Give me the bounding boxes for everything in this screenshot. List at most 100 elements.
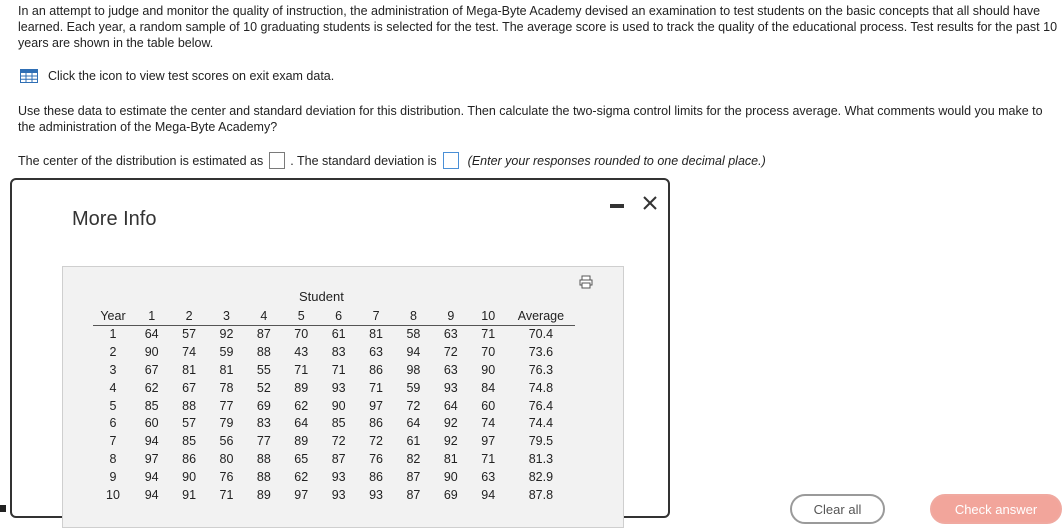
cell-score: 89 xyxy=(294,380,309,395)
cell-score: 90 xyxy=(331,398,346,413)
cell-score: 81 xyxy=(182,362,197,377)
cell-score: 57 xyxy=(182,416,197,431)
col-header-student: 1 xyxy=(133,307,171,326)
cell-average: 73.6 xyxy=(528,345,554,360)
cell-score: 71 xyxy=(481,451,496,466)
cell-score: 93 xyxy=(331,380,346,395)
cell-score: 94 xyxy=(144,434,159,449)
cell-score: 60 xyxy=(481,398,496,413)
cell-score: 94 xyxy=(144,469,159,484)
table-row: 9 94 90 76 88 62 93 86 87 90 63 82.9 xyxy=(93,468,575,486)
cell-score: 83 xyxy=(331,345,346,360)
cell-score: 71 xyxy=(219,487,234,502)
cell-score: 43 xyxy=(294,345,309,360)
cell-score: 93 xyxy=(331,469,346,484)
problem-intro: In an attempt to judge and monitor the q… xyxy=(18,4,1058,50)
cell-score: 77 xyxy=(256,434,271,449)
cell-score: 81 xyxy=(443,451,458,466)
std-label: . The standard deviation is xyxy=(290,153,437,168)
close-icon[interactable] xyxy=(640,193,660,213)
cell-score: 58 xyxy=(406,327,421,342)
cell-score: 72 xyxy=(406,398,421,413)
table-body: 1 64 57 92 87 70 61 81 58 63 71 70.4 2 90 74 59 88 43 83 63… xyxy=(93,326,575,504)
data-table-panel: Student Year 1 2 3 4 5 6 7 8 9 10 Average 1 64 57 92 87… xyxy=(62,266,624,528)
cell-score: 70 xyxy=(481,345,496,360)
cell-score: 87 xyxy=(406,469,421,484)
table-row: 2 90 74 59 88 43 83 63 94 72 70 73.6 xyxy=(93,344,575,362)
cell-score: 84 xyxy=(481,380,496,395)
cell-score: 63 xyxy=(443,362,458,377)
cell-score: 90 xyxy=(481,362,496,377)
cell-score: 86 xyxy=(369,416,383,431)
cell-score: 94 xyxy=(144,487,159,502)
cell-score: 64 xyxy=(294,416,309,431)
student-header: Student xyxy=(299,289,344,304)
cell-score: 89 xyxy=(256,487,271,502)
cell-score: 69 xyxy=(256,398,271,413)
cell-score: 94 xyxy=(406,345,421,360)
cell-score: 59 xyxy=(219,345,234,360)
col-header-average: Average xyxy=(506,307,575,326)
cell-score: 65 xyxy=(294,451,309,466)
cell-score: 55 xyxy=(256,362,271,377)
table-row: 6 60 57 79 83 64 85 86 64 92 74 74.4 xyxy=(93,415,575,433)
table-header-row: Year 1 2 3 4 5 6 7 8 9 10 Average xyxy=(93,307,575,326)
cell-score: 71 xyxy=(481,327,496,342)
cell-score: 85 xyxy=(144,398,159,413)
cell-score: 93 xyxy=(443,380,458,395)
cell-score: 86 xyxy=(182,451,197,466)
cell-year: 7 xyxy=(109,434,117,449)
cell-score: 97 xyxy=(481,434,496,449)
cell-score: 57 xyxy=(182,327,197,342)
more-info-dialog: More Info Student Year 1 2 3 4 5 6 7 8 9 10 Average… xyxy=(10,178,670,528)
cell-score: 61 xyxy=(331,327,346,342)
cell-score: 97 xyxy=(369,398,383,413)
center-input[interactable] xyxy=(269,152,286,169)
col-header-student: 7 xyxy=(357,307,395,326)
table-row: 3 67 81 81 55 71 71 86 98 63 90 76.3 xyxy=(93,362,575,380)
cell-score: 64 xyxy=(406,416,421,431)
cell-score: 56 xyxy=(219,434,234,449)
cell-score: 78 xyxy=(219,380,234,395)
cell-score: 92 xyxy=(443,434,458,449)
col-header-student: 8 xyxy=(394,307,433,326)
cell-score: 52 xyxy=(256,380,271,395)
cell-score: 71 xyxy=(331,362,346,377)
col-header-student: 10 xyxy=(469,307,507,326)
cell-score: 63 xyxy=(369,345,383,360)
table-row: 5 85 88 77 69 62 90 97 72 64 60 76.4 xyxy=(93,397,575,415)
cell-score: 90 xyxy=(144,345,159,360)
cell-year: 4 xyxy=(109,380,117,395)
cell-score: 90 xyxy=(443,469,458,484)
cell-score: 98 xyxy=(406,362,421,377)
cell-score: 71 xyxy=(369,380,383,395)
clear-all-button[interactable]: Clear all xyxy=(790,494,885,524)
cell-score: 85 xyxy=(182,434,197,449)
check-answer-button[interactable]: Check answer xyxy=(930,494,1062,524)
cell-score: 74 xyxy=(182,345,197,360)
cell-score: 82 xyxy=(406,451,421,466)
cell-score: 87 xyxy=(406,487,421,502)
minimize-icon[interactable] xyxy=(610,204,624,208)
table-row: 7 94 85 56 77 89 72 72 61 92 97 79.5 xyxy=(93,433,575,451)
cell-score: 88 xyxy=(182,398,197,413)
cell-score: 72 xyxy=(331,434,346,449)
cell-score: 86 xyxy=(369,362,383,377)
cell-year: 1 xyxy=(109,327,117,342)
col-header-student: 2 xyxy=(170,307,208,326)
cell-year: 10 xyxy=(106,487,120,502)
cell-score: 93 xyxy=(331,487,346,502)
cell-score: 59 xyxy=(406,380,421,395)
table-icon[interactable] xyxy=(20,69,38,83)
edge-marker xyxy=(0,505,6,512)
cell-score: 88 xyxy=(256,469,271,484)
col-header-year: Year xyxy=(93,307,133,326)
cell-score: 81 xyxy=(219,362,234,377)
cell-year: 3 xyxy=(109,362,117,377)
cell-average: 70.4 xyxy=(528,327,554,342)
print-icon[interactable] xyxy=(579,275,593,289)
cell-score: 77 xyxy=(219,398,234,413)
cell-average: 74.4 xyxy=(528,416,554,431)
cell-score: 88 xyxy=(256,345,271,360)
std-input[interactable] xyxy=(442,152,459,169)
